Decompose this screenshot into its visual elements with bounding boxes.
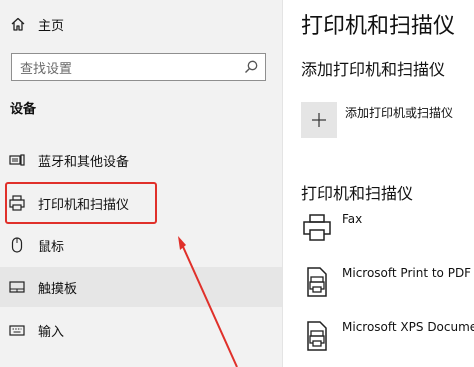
- sidebar-item-label: 触摸板: [38, 281, 78, 297]
- device-item[interactable]: Fax: [301, 212, 474, 256]
- device-name: Fax: [342, 212, 363, 226]
- sidebar-item-label: 鼠标: [38, 239, 65, 255]
- add-section-title: 添加打印机和扫描仪: [301, 60, 446, 79]
- home-label: 主页: [38, 18, 65, 34]
- search-placeholder: 查找设置: [20, 61, 73, 77]
- printers-list-title: 打印机和扫描仪: [301, 184, 414, 203]
- fax-icon: [303, 214, 331, 241]
- search-input[interactable]: 查找设置: [11, 53, 266, 81]
- device-item[interactable]: Microsoft Print to PDF: [301, 266, 474, 310]
- home-link[interactable]: 主页: [10, 12, 64, 36]
- home-icon: [10, 16, 26, 32]
- sidebar-item-bluetooth[interactable]: 蓝牙和其他设备: [0, 140, 282, 180]
- bluetooth-devices-icon: [8, 151, 26, 169]
- main-content: 打印机和扫描仪 添加打印机和扫描仪 添加打印机或扫描仪 打印机和扫描仪 Fax …: [283, 0, 474, 367]
- sidebar-item-label: 蓝牙和其他设备: [38, 154, 130, 170]
- device-name: Microsoft XPS Document Writer: [342, 320, 474, 334]
- touchpad-icon: [8, 278, 26, 296]
- search-icon[interactable]: [243, 59, 259, 75]
- section-label-devices: 设备: [10, 102, 37, 117]
- keyboard-icon: [8, 321, 26, 339]
- annotation-highlight-box: [5, 182, 157, 224]
- device-name: Microsoft Print to PDF: [342, 266, 472, 280]
- mouse-icon: [8, 236, 26, 254]
- plus-icon: [312, 113, 326, 127]
- printer-document-icon: [307, 321, 327, 351]
- settings-sidebar: 主页 查找设置 设备 蓝牙和其他设备 打印机和扫描仪 鼠标 触摸板 输入: [0, 0, 282, 367]
- printer-document-icon: [307, 267, 327, 297]
- page-title: 打印机和扫描仪: [301, 14, 456, 39]
- add-printer-label[interactable]: 添加打印机或扫描仪: [345, 104, 453, 121]
- add-printer-button[interactable]: [301, 102, 337, 138]
- annotation-arrow: [178, 236, 238, 367]
- device-item[interactable]: Microsoft XPS Document Writer: [301, 320, 474, 364]
- sidebar-item-label: 输入: [38, 324, 65, 340]
